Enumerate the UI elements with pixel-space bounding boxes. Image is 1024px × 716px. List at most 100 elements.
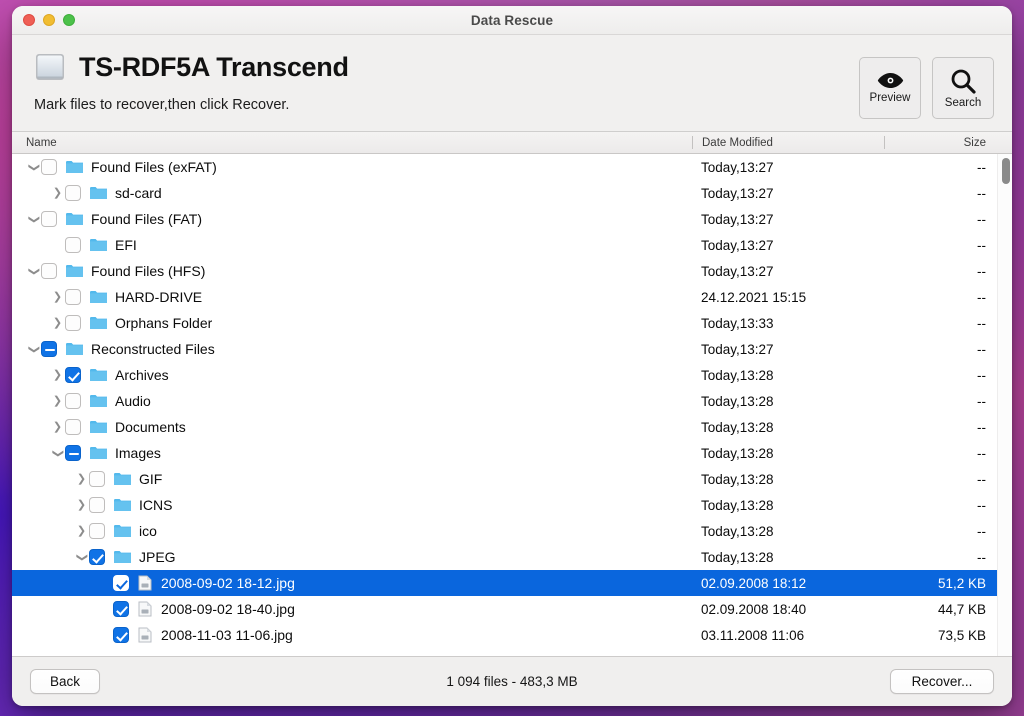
row-checkbox[interactable] bbox=[113, 601, 129, 617]
table-row[interactable]: ❯2008-09-02 18-40.jpg02.09.2008 18:4044,… bbox=[12, 596, 997, 622]
chevron-right-icon[interactable]: ❯ bbox=[50, 292, 65, 303]
search-button[interactable]: Search bbox=[932, 57, 994, 119]
row-name-label: GIF bbox=[139, 471, 162, 487]
table-row[interactable]: ❯JPEGToday,13:28-- bbox=[12, 544, 997, 570]
row-checkbox[interactable] bbox=[65, 237, 81, 253]
row-checkbox[interactable] bbox=[65, 185, 81, 201]
row-checkbox[interactable] bbox=[65, 445, 81, 461]
folder-icon bbox=[90, 420, 107, 434]
row-name-cell: ❯sd-card bbox=[12, 185, 692, 201]
row-checkbox[interactable] bbox=[41, 211, 57, 227]
row-name-cell: ❯2008-11-03 11-06.jpg bbox=[12, 627, 692, 643]
row-date-cell: Today,13:33 bbox=[692, 316, 885, 331]
folder-icon bbox=[90, 290, 107, 304]
table-row[interactable]: ❯2008-09-02 18-12.jpg02.09.2008 18:1251,… bbox=[12, 570, 997, 596]
table-row[interactable]: ❯ICNSToday,13:28-- bbox=[12, 492, 997, 518]
row-checkbox[interactable] bbox=[89, 471, 105, 487]
table-row[interactable]: ❯EFIToday,13:27-- bbox=[12, 232, 997, 258]
row-name-cell: ❯Documents bbox=[12, 419, 692, 435]
back-button[interactable]: Back bbox=[30, 669, 100, 694]
row-checkbox[interactable] bbox=[65, 315, 81, 331]
chevron-down-icon[interactable]: ❯ bbox=[28, 212, 39, 227]
row-size-cell: -- bbox=[885, 472, 997, 487]
table-row[interactable]: ❯2008-11-03 11-06.jpg03.11.2008 11:0673,… bbox=[12, 622, 997, 648]
row-name-cell: ❯Reconstructed Files bbox=[12, 341, 692, 357]
column-header-date-modified[interactable]: Date Modified bbox=[693, 137, 884, 149]
row-checkbox[interactable] bbox=[89, 549, 105, 565]
chevron-right-icon[interactable]: ❯ bbox=[50, 396, 65, 407]
row-name-cell: ❯ico bbox=[12, 523, 692, 539]
table-row[interactable]: ❯Reconstructed FilesToday,13:27-- bbox=[12, 336, 997, 362]
chevron-down-icon[interactable]: ❯ bbox=[52, 446, 63, 461]
vertical-scrollbar[interactable] bbox=[997, 154, 1012, 656]
column-header-size[interactable]: Size bbox=[885, 137, 997, 149]
chevron-right-icon[interactable]: ❯ bbox=[50, 188, 65, 199]
row-checkbox[interactable] bbox=[65, 289, 81, 305]
chevron-right-icon[interactable]: ❯ bbox=[50, 318, 65, 329]
table-row[interactable]: ❯DocumentsToday,13:28-- bbox=[12, 414, 997, 440]
folder-icon bbox=[90, 316, 107, 330]
chevron-down-icon[interactable]: ❯ bbox=[28, 342, 39, 357]
row-checkbox[interactable] bbox=[89, 523, 105, 539]
row-checkbox[interactable] bbox=[89, 497, 105, 513]
row-checkbox[interactable] bbox=[41, 159, 57, 175]
row-checkbox[interactable] bbox=[113, 627, 129, 643]
folder-icon bbox=[114, 524, 131, 538]
row-checkbox[interactable] bbox=[41, 263, 57, 279]
table-row[interactable]: ❯Found Files (exFAT)Today,13:27-- bbox=[12, 154, 997, 180]
row-name-label: Audio bbox=[115, 393, 151, 409]
chevron-right-icon[interactable]: ❯ bbox=[74, 474, 89, 485]
header-text-block: TS-RDF5A Transcend Mark files to recover… bbox=[32, 51, 859, 113]
chevron-right-icon[interactable]: ❯ bbox=[74, 526, 89, 537]
column-header-name[interactable]: Name bbox=[12, 137, 692, 149]
titlebar: Data Rescue bbox=[12, 6, 1012, 35]
folder-icon bbox=[66, 160, 83, 174]
row-name-cell: ❯HARD-DRIVE bbox=[12, 289, 692, 305]
chevron-down-icon[interactable]: ❯ bbox=[28, 264, 39, 279]
row-size-cell: -- bbox=[885, 290, 997, 305]
row-checkbox[interactable] bbox=[65, 367, 81, 383]
chevron-down-icon[interactable]: ❯ bbox=[28, 160, 39, 175]
row-size-cell: 51,2 KB bbox=[885, 576, 997, 591]
table-row[interactable]: ❯ Orphans Folder Today,13:33-- bbox=[12, 310, 997, 336]
chevron-right-icon[interactable]: ❯ bbox=[74, 500, 89, 511]
row-name-label: Images bbox=[115, 445, 161, 461]
page-title: TS-RDF5A Transcend bbox=[79, 54, 349, 81]
table-row[interactable]: ❯GIFToday,13:28-- bbox=[12, 466, 997, 492]
magnifier-icon bbox=[950, 68, 976, 94]
chevron-down-icon[interactable]: ❯ bbox=[76, 550, 87, 565]
file-tree[interactable]: ❯Found Files (exFAT)Today,13:27--❯sd-car… bbox=[12, 154, 1012, 656]
row-name-label: EFI bbox=[115, 237, 137, 253]
row-checkbox[interactable] bbox=[65, 393, 81, 409]
preview-button[interactable]: Preview bbox=[859, 57, 921, 119]
app-window: Data Rescue bbox=[12, 6, 1012, 706]
table-row[interactable]: ❯ArchivesToday,13:28-- bbox=[12, 362, 997, 388]
folder-icon bbox=[66, 342, 83, 356]
row-checkbox[interactable] bbox=[65, 419, 81, 435]
table-row[interactable]: ❯icoToday,13:28-- bbox=[12, 518, 997, 544]
table-row[interactable]: ❯HARD-DRIVE24.12.2021 15:15-- bbox=[12, 284, 997, 310]
row-name-label: Orphans Folder bbox=[115, 315, 212, 331]
row-name-label: 2008-11-03 11-06.jpg bbox=[161, 627, 293, 643]
recover-button[interactable]: Recover... bbox=[890, 669, 994, 694]
table-row[interactable]: ❯ImagesToday,13:28-- bbox=[12, 440, 997, 466]
scrollbar-thumb[interactable] bbox=[1002, 158, 1010, 184]
row-size-cell: -- bbox=[885, 524, 997, 539]
row-name-cell: ❯JPEG bbox=[12, 549, 692, 565]
table-row[interactable]: ❯Found Files (FAT)Today,13:27-- bbox=[12, 206, 997, 232]
row-size-cell: -- bbox=[885, 316, 997, 331]
row-size-cell: -- bbox=[885, 342, 997, 357]
row-checkbox[interactable] bbox=[41, 341, 57, 357]
row-size-cell: -- bbox=[885, 186, 997, 201]
table-row[interactable]: ❯AudioToday,13:28-- bbox=[12, 388, 997, 414]
chevron-right-icon[interactable]: ❯ bbox=[50, 370, 65, 381]
row-size-cell: 73,5 KB bbox=[885, 628, 997, 643]
table-row[interactable]: ❯sd-cardToday,13:27-- bbox=[12, 180, 997, 206]
table-row[interactable]: ❯Found Files (HFS)Today,13:27-- bbox=[12, 258, 997, 284]
row-size-cell: -- bbox=[885, 368, 997, 383]
chevron-right-icon[interactable]: ❯ bbox=[50, 422, 65, 433]
folder-icon bbox=[90, 368, 107, 382]
row-size-cell: -- bbox=[885, 212, 997, 227]
window-title: Data Rescue bbox=[12, 13, 1012, 28]
row-checkbox[interactable] bbox=[113, 575, 129, 591]
